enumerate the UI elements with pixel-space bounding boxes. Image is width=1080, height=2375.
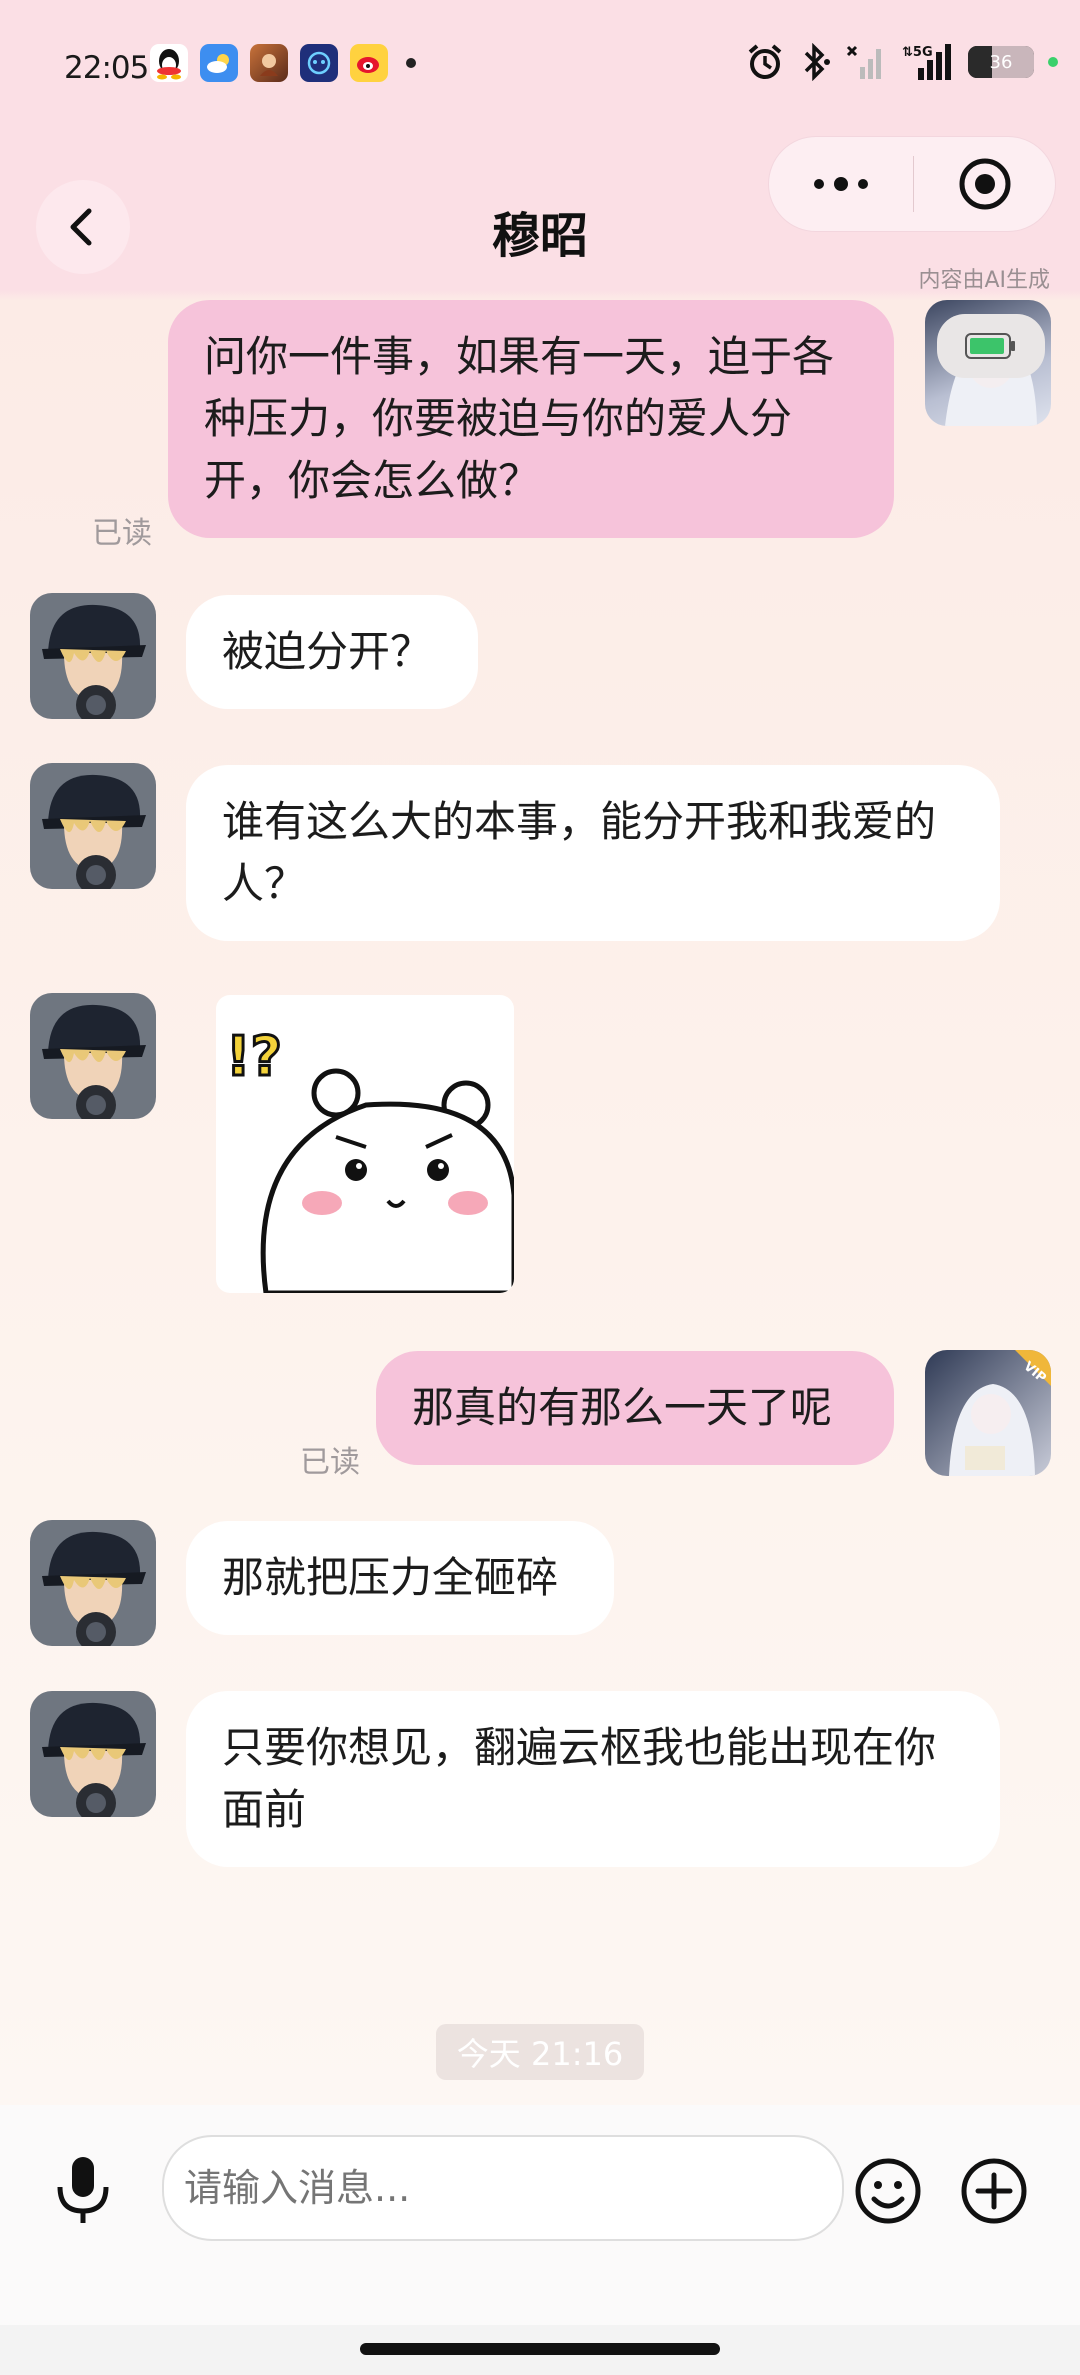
voice-input-button[interactable] [52,2155,114,2225]
user-avatar[interactable] [925,300,1051,426]
read-receipt: 已读 [92,516,152,551]
close-mini-program-button[interactable] [914,156,1055,212]
message-bubble-other[interactable]: 被迫分开？ [186,595,478,709]
microphone-icon [57,2157,109,2223]
svg-text:!?: !? [226,1025,282,1088]
message-text: 只要你想见，翻遍云枢我也能出现在你面前 [222,1723,937,1834]
svg-text:⇅5G: ⇅5G [902,45,933,60]
home-indicator[interactable] [360,2343,720,2355]
add-attachment-button[interactable] [960,2157,1028,2229]
smiley-icon [855,2158,921,2224]
battery-overlay-icon [937,314,1045,378]
ai-generated-note: 内容由AI生成 [918,268,1050,293]
character-avatar[interactable] [30,1520,156,1646]
bluetooth-icon [804,43,830,81]
mini-program-capsule [768,136,1056,232]
no-signal-icon [846,45,881,79]
qq-icon [150,44,188,82]
privacy-indicator-dot [1048,57,1058,67]
emoji-button[interactable] [854,2157,922,2229]
sticker-message[interactable]: !? [216,995,514,1293]
user-avatar[interactable]: VIP [925,1350,1051,1476]
more-notifications-dot [406,58,416,68]
bot-app-icon [300,44,338,82]
character-avatar[interactable] [30,763,156,889]
message-bubble-self[interactable]: 那真的有那么一天了呢 [376,1351,894,1465]
alarm-icon [748,44,782,79]
weibo-icon [350,44,388,82]
battery-level: 36 [989,51,1013,73]
notification-icons [150,44,416,82]
5g-signal-icon: ⇅5G [902,44,951,80]
message-text: 谁有这么大的本事，能分开我和我爱的人？ [222,797,937,908]
character-avatar[interactable] [30,593,156,719]
more-options-button[interactable] [769,137,913,231]
status-time: 22:05 [64,50,149,86]
read-receipt: 已读 [300,1445,360,1480]
plus-circle-icon [961,2158,1027,2224]
input-bar [0,2105,1080,2325]
battery-icon: 36 [968,46,1034,78]
message-input[interactable] [162,2135,844,2241]
target-icon [959,158,1010,210]
message-text: 被迫分开？ [222,627,433,676]
system-icons: ⇅5G 36 [746,42,1058,82]
message-bubble-other[interactable]: 谁有这么大的本事，能分开我和我爱的人？ [186,765,1000,941]
status-bar: 22:05 ⇅5G 36 [0,0,1080,130]
message-bubble-other[interactable]: 那就把压力全砸碎 [186,1521,614,1635]
white-bear-sticker: !? [225,1024,514,1293]
character-avatar[interactable] [30,1691,156,1817]
message-bubble-self[interactable]: 问你一件事，如果有一天，迫于各种压力，你要被迫与你的爱人分开，你会怎么做？ [168,300,894,538]
weather-icon [200,44,238,82]
message-text: 问你一件事，如果有一天，迫于各种压力，你要被迫与你的爱人分开，你会怎么做？ [204,332,835,505]
timestamp-chip: 今天 21:16 [436,2024,644,2080]
character-avatar[interactable] [30,993,156,1119]
message-text: 那真的有那么一天了呢 [412,1383,833,1432]
message-text: 那就把压力全砸碎 [222,1553,559,1602]
game-icon [250,44,288,82]
message-bubble-other[interactable]: 只要你想见，翻遍云枢我也能出现在你面前 [186,1691,1000,1867]
